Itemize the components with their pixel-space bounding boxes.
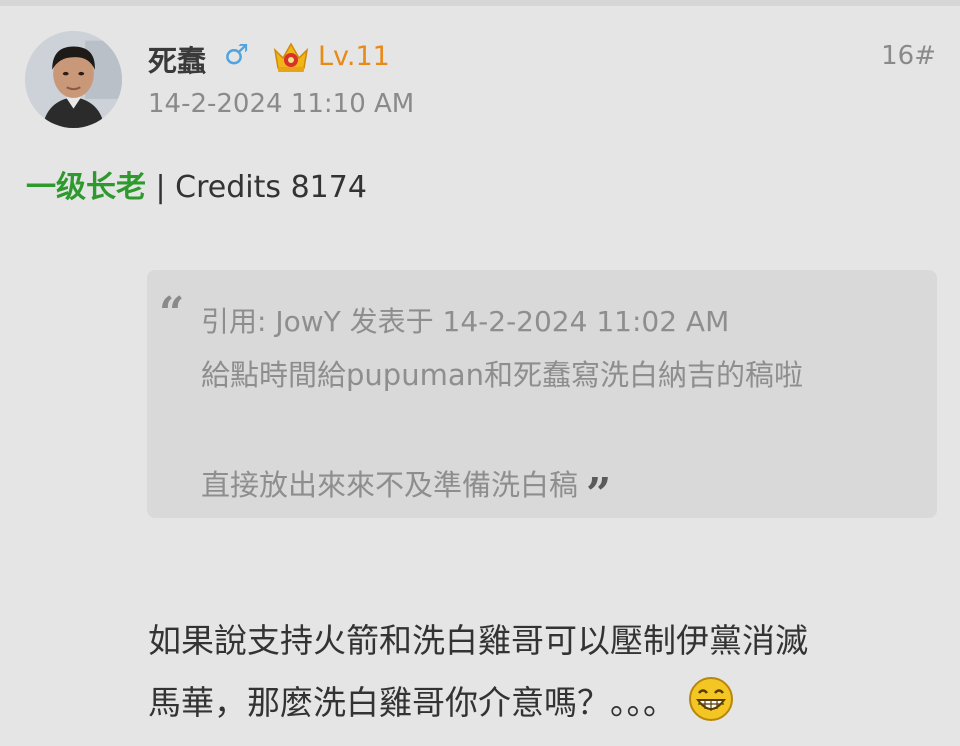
user-level-badge: Lv.11 [318, 41, 390, 72]
avatar[interactable] [25, 31, 122, 128]
quote-block: “ 引用: JowY 发表于 14-2-2024 11:02 AM 給點時間給p… [147, 270, 937, 518]
close-quote-icon: ” [586, 469, 612, 520]
laughing-emoji-icon [688, 676, 734, 722]
user-credits: | Credits 8174 [146, 170, 367, 205]
top-divider [0, 0, 960, 6]
post-body-text: 馬華，那麼洗白雞哥你介意嗎？。。。 [148, 683, 676, 722]
male-gender-icon: ♂ [224, 38, 250, 71]
username[interactable]: 死蠢 [148, 38, 206, 80]
open-quote-icon: “ [159, 288, 185, 339]
post-timestamp: 14-2-2024 11:10 AM [148, 89, 415, 119]
user-rank-line: 一级长老 | Credits 8174 [26, 162, 367, 206]
post-floor-number[interactable]: 16# [881, 41, 936, 71]
post-body-line: 馬華，那麼洗白雞哥你介意嗎？。。。 [148, 676, 734, 724]
post-body-line: 如果說支持火箭和洗白雞哥可以壓制伊黨消滅 [148, 621, 808, 660]
user-rank: 一级长老 [26, 170, 146, 205]
crown-icon [272, 38, 310, 74]
quote-text-line: 給點時間給pupuman和死蠢寫洗白納吉的稿啦 [201, 358, 803, 392]
quote-text: 直接放出來來不及準備洗白稿 [201, 468, 579, 502]
quote-header[interactable]: 引用: JowY 发表于 14-2-2024 11:02 AM [201, 300, 729, 340]
quote-text-line: 直接放出來來不及準備洗白稿” [201, 462, 611, 517]
